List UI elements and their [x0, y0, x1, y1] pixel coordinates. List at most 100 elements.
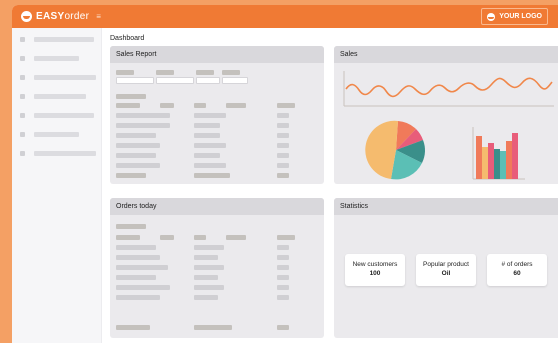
- stat-card-orders[interactable]: # of orders 60: [487, 254, 547, 286]
- line-chart: [343, 71, 554, 107]
- table-cell-placeholder: [277, 133, 289, 138]
- table-cell-placeholder: [116, 275, 156, 280]
- table-cell-placeholder: [277, 265, 289, 270]
- sidebar-item-icon: [20, 113, 25, 118]
- table-cell-placeholder: [194, 163, 226, 168]
- table-cell-placeholder: [194, 133, 220, 138]
- stat-card-label: Popular product: [423, 261, 469, 268]
- sidebar-item[interactable]: [20, 132, 79, 137]
- sidebar-item-icon: [20, 132, 25, 137]
- filter-input[interactable]: [156, 77, 194, 84]
- table-footer-placeholder: [116, 325, 150, 330]
- page-title: Dashboard: [110, 35, 145, 42]
- column-header-placeholder: [277, 235, 295, 240]
- table-cell-placeholder: [277, 285, 289, 290]
- sidebar-item-label-placeholder: [34, 94, 86, 99]
- sidebar-item[interactable]: [20, 56, 79, 61]
- sidebar-item-label-placeholder: [34, 56, 79, 61]
- table-cell-placeholder: [116, 295, 160, 300]
- table-footer-placeholder: [116, 173, 146, 178]
- table-cell-placeholder: [277, 245, 289, 250]
- table-cell-placeholder: [194, 123, 220, 128]
- pie-chart: [365, 120, 425, 180]
- sidebar-item-label-placeholder: [34, 132, 79, 137]
- table-cell-placeholder: [116, 163, 160, 168]
- table-cell-placeholder: [116, 113, 170, 118]
- stat-card-label: # of orders: [501, 261, 533, 268]
- logo-mark-icon: [21, 11, 32, 22]
- column-header-placeholder: [160, 103, 174, 108]
- column-header-placeholder: [277, 103, 295, 108]
- filter-input[interactable]: [196, 77, 220, 84]
- stat-card-value: Oil: [441, 270, 451, 278]
- column-header-placeholder: [116, 235, 140, 240]
- column-header-placeholder: [226, 235, 246, 240]
- filter-input[interactable]: [222, 77, 248, 84]
- bar: [488, 143, 494, 179]
- table-cell-placeholder: [194, 295, 218, 300]
- table-cell-placeholder: [277, 275, 289, 280]
- sidebar-item-label-placeholder: [34, 75, 96, 80]
- bar: [494, 149, 500, 179]
- sidebar-item[interactable]: [20, 151, 96, 156]
- orders-today-title: Orders today: [110, 198, 324, 215]
- filter-label-placeholder: [196, 70, 214, 75]
- table-cell-placeholder: [116, 153, 156, 158]
- table-cell-placeholder: [194, 143, 226, 148]
- sales-report-title: Sales Report: [110, 46, 324, 63]
- stat-card-popular-product[interactable]: Popular product Oil: [416, 254, 476, 286]
- stat-card-value: 100: [369, 270, 381, 278]
- column-header-placeholder: [116, 94, 146, 99]
- sidebar-item-icon: [20, 75, 25, 80]
- table-cell-placeholder: [277, 123, 289, 128]
- bar: [512, 133, 518, 179]
- orders-today-panel: Orders today: [110, 198, 324, 338]
- sidebar-item[interactable]: [20, 113, 94, 118]
- sidebar-item[interactable]: [20, 94, 86, 99]
- table-cell-placeholder: [277, 153, 289, 158]
- sidebar-item[interactable]: [20, 37, 94, 42]
- sidebar-item[interactable]: [20, 75, 96, 80]
- table-cell-placeholder: [194, 255, 218, 260]
- column-header-placeholder: [226, 103, 246, 108]
- column-header-placeholder: [160, 235, 174, 240]
- sidebar-item-icon: [20, 151, 25, 156]
- table-cell-placeholder: [277, 143, 289, 148]
- sales-title: Sales: [334, 46, 558, 63]
- statistics-title: Statistics: [334, 198, 558, 215]
- column-header-placeholder: [116, 103, 140, 108]
- sales-charts: [343, 71, 554, 180]
- bar: [482, 147, 488, 179]
- your-logo-mark-icon: [487, 12, 496, 21]
- table-cell-placeholder: [116, 285, 170, 290]
- table-cell-placeholder: [194, 285, 224, 290]
- sidebar-item-label-placeholder: [34, 37, 94, 42]
- sidebar-item-icon: [20, 56, 25, 61]
- hamburger-icon[interactable]: ≡: [96, 12, 101, 21]
- sales-panel: Sales: [334, 46, 558, 184]
- table-footer-placeholder: [277, 325, 289, 330]
- sidebar-item-icon: [20, 37, 25, 42]
- stat-card-new-customers[interactable]: New customers 100: [345, 254, 405, 286]
- table-cell-placeholder: [116, 245, 156, 250]
- column-header-placeholder: [194, 235, 206, 240]
- table-cell-placeholder: [277, 255, 289, 260]
- brand-logo[interactable]: EASYorder: [21, 11, 89, 22]
- sidebar-item-label-placeholder: [34, 151, 96, 156]
- table-cell-placeholder: [194, 245, 224, 250]
- table-cell-placeholder: [116, 143, 160, 148]
- table-cell-placeholder: [194, 113, 226, 118]
- table-cell-placeholder: [194, 153, 220, 158]
- sidebar-item-label-placeholder: [34, 113, 94, 118]
- table-cell-placeholder: [194, 265, 224, 270]
- column-header-placeholder: [116, 224, 146, 229]
- sales-trend-line: [345, 77, 553, 98]
- bar: [500, 151, 506, 179]
- table-cell-placeholder: [116, 133, 156, 138]
- app-window: EASYorder ≡ YOUR LOGO Dashboard Sales Re…: [12, 5, 558, 343]
- table-cell-placeholder: [116, 255, 160, 260]
- filter-input[interactable]: [116, 77, 154, 84]
- table-footer-placeholder: [194, 325, 232, 330]
- table-footer-placeholder: [277, 173, 289, 178]
- stat-card-label: New customers: [352, 261, 398, 268]
